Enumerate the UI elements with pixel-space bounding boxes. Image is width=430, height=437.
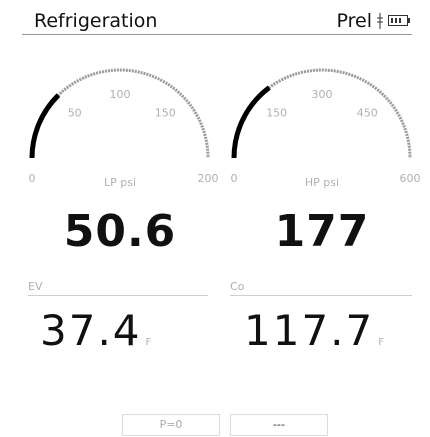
hp-gauge-fill (231, 85, 271, 159)
lp-tick-1: 50 (68, 107, 82, 120)
lp-gauge-track (30, 68, 210, 159)
ev-temperature-unit: F (145, 337, 152, 348)
function-button[interactable]: --- (230, 414, 328, 436)
screen-title: Refrigeration (34, 10, 158, 32)
hp-gauge-track (232, 68, 412, 159)
lp-reading: 50.6 (63, 206, 177, 257)
lp-gauge-dial: 0 50 100 150 200 LP psi (29, 68, 219, 189)
hp-tick-0: 0 (231, 172, 238, 185)
title-bar: Refrigeration Prel (22, 6, 412, 35)
co-temperature-unit: F (378, 337, 385, 348)
co-label: Co (230, 280, 245, 293)
lp-gauge-fill (29, 93, 61, 159)
lp-tick-3: 150 (155, 107, 176, 120)
co-temperature-value: 117.7 (244, 306, 375, 355)
hp-tick-2: 300 (312, 88, 333, 101)
zero-pressure-button[interactable]: P=0 (122, 414, 220, 436)
hp-tick-4: 600 (400, 172, 421, 185)
hp-gauge: 0 150 300 450 600 HP psi (222, 46, 422, 196)
co-divider (230, 295, 412, 296)
lp-tick-2: 100 (110, 88, 131, 101)
hp-gauge-dial: 0 150 300 450 600 HP psi (231, 68, 421, 189)
ev-divider (28, 295, 208, 296)
ev-temperature: 37.4 F (40, 306, 151, 355)
co-temperature: 117.7 F (244, 306, 384, 355)
hp-reading: 177 (274, 206, 370, 257)
mode-indicator: Prel (336, 10, 373, 32)
lp-tick-0: 0 (29, 172, 36, 185)
hp-unit-label: HP psi (305, 176, 339, 189)
lp-gauge: 0 50 100 150 200 LP psi (20, 46, 220, 196)
lp-tick-4: 200 (198, 172, 219, 185)
hp-tick-3: 450 (357, 107, 378, 120)
ev-label: EV (28, 280, 43, 293)
battery-icon (388, 15, 410, 26)
hp-tick-1: 150 (266, 107, 287, 120)
probe-icon (377, 13, 383, 29)
ev-temperature-value: 37.4 (40, 306, 142, 355)
lp-unit-label: LP psi (104, 176, 136, 189)
